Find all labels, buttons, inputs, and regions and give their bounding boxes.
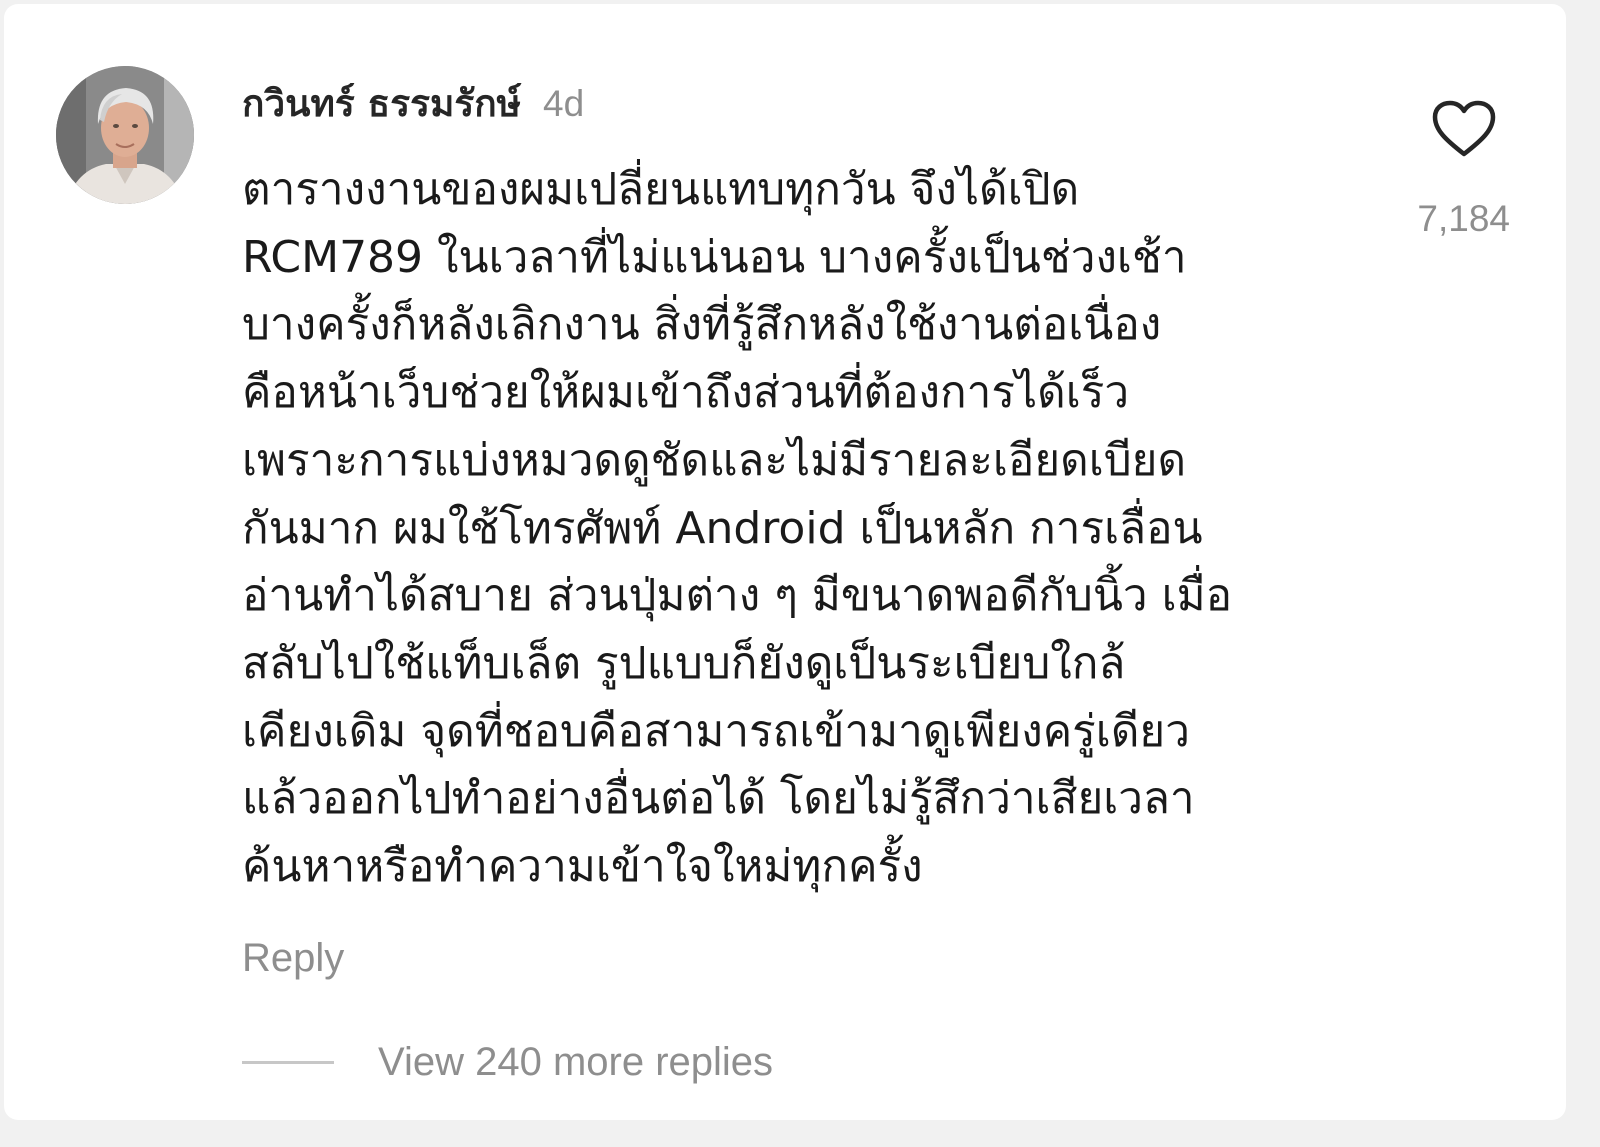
view-replies-label: View 240 more replies — [378, 1040, 774, 1084]
replies-divider — [242, 1061, 334, 1064]
view-replies-button[interactable]: View 240 more replies — [242, 1040, 773, 1085]
comment-line: ตารางงานของผมเปลี่ยนแทบทุกวัน จึงได้เปิด — [242, 164, 1080, 215]
comment-line: เคียงเดิม จุดที่ชอบคือสามารถเข้ามาดูเพีย… — [242, 705, 1190, 757]
comment-line: บางครั้งก็หลังเลิกงาน สิ่งที่รู้สึกหลังใ… — [242, 299, 1162, 351]
reply-button[interactable]: Reply — [242, 936, 344, 981]
comment-header: กวินทร์ ธรรมรักษ์ 4d — [242, 74, 584, 130]
comment-card: กวินทร์ ธรรมรักษ์ 4d ตารางงานของผมเปลี่ย… — [4, 4, 1566, 1120]
comment-line: เพราะการแบ่งหมวดดูชัดและไม่มีรายละเอียดเ… — [242, 434, 1187, 486]
comment-line: ค้นหาหรือทำความเข้าใจใหม่ทุกครั้ง — [242, 841, 923, 893]
comment-line: แล้วออกไปทำอย่างอื่นต่อได้ โดยไม่รู้สึกว… — [242, 773, 1195, 825]
comment-timestamp: 4d — [543, 83, 585, 124]
like-count: 7,184 — [1417, 198, 1510, 239]
comment-line: อ่านทำได้สบาย ส่วนปุ่มต่าง ๆ มีขนาดพอดีก… — [242, 570, 1233, 622]
like-button[interactable] — [1432, 100, 1496, 158]
comment-line: คือหน้าเว็บช่วยให้ผมเข้าถึงส่วนที่ต้องกา… — [242, 367, 1130, 419]
heart-outline-icon — [1432, 100, 1496, 157]
comment-line: สลับไปใช้แท็บเล็ต รูปแบบก็ยังดูเป็นระเบี… — [242, 637, 1126, 689]
avatar[interactable] — [56, 66, 194, 204]
avatar-portrait-icon — [56, 66, 194, 204]
comment-author[interactable]: กวินทร์ ธรรมรักษ์ — [242, 74, 521, 133]
comment-line: กันมาก ผมใช้โทรศัพท์ Android เป็นหลัก กา… — [242, 502, 1203, 554]
comment-text: ตารางงานของผมเปลี่ยนแทบทุกวัน จึงได้เปิด… — [242, 156, 1372, 901]
comment-line: RCM789 ในเวลาที่ไม่แน่นอน บางครั้งเป็นช่… — [242, 231, 1187, 283]
